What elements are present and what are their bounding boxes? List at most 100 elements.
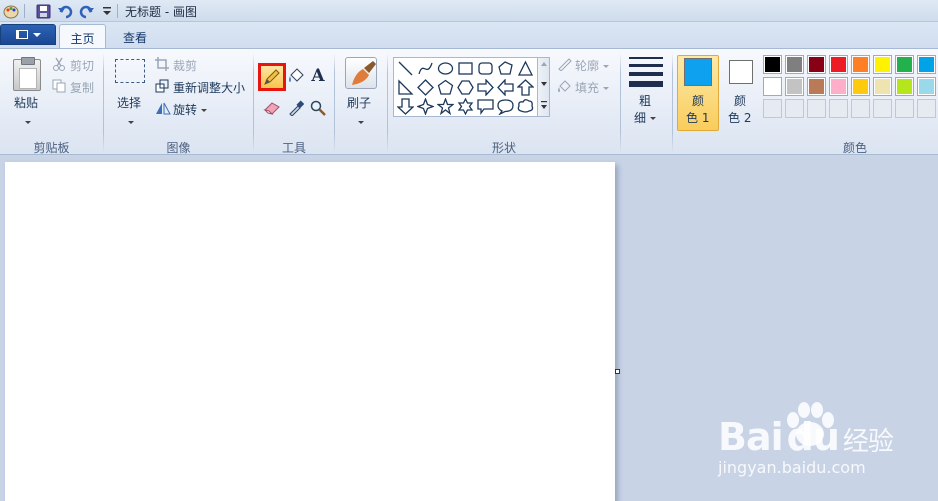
color2-label-1[interactable]: 颜 [734,92,746,109]
resize-button[interactable]: 重新调整大小 [173,79,245,96]
pentagon-shape-icon[interactable] [436,78,455,97]
custom-color-slot[interactable] [895,99,914,118]
custom-color-slot[interactable] [807,99,826,118]
brushes-dropdown-icon[interactable] [358,115,364,129]
customize-icon[interactable] [99,3,115,19]
save-icon[interactable] [35,3,51,19]
size-label-2: 细 [634,111,647,125]
custom-color-slot[interactable] [851,99,870,118]
resize-icon [155,79,169,96]
palette-color-swatch[interactable] [763,55,782,74]
paste-button[interactable]: 粘贴 [14,94,38,111]
select-dropdown-icon[interactable] [128,115,134,129]
line-shape-icon[interactable] [396,59,415,78]
four-point-star-shape-icon[interactable] [416,97,435,116]
outline-button[interactable]: 轮廓 [575,57,609,74]
color2-swatch[interactable] [729,60,753,84]
rect-callout-shape-icon[interactable] [476,97,495,116]
rectangle-shape-icon[interactable] [456,59,475,78]
palette-color-swatch[interactable] [763,77,782,96]
palette-color-swatch[interactable] [873,55,892,74]
left-arrow-shape-icon[interactable] [496,78,515,97]
oval-callout-shape-icon[interactable] [496,97,515,116]
up-arrow-shape-icon[interactable] [516,78,535,97]
copy-icon [52,79,66,96]
undo-icon[interactable] [57,3,73,19]
color2-label-2[interactable]: 色 2 [728,109,751,126]
palette-color-swatch[interactable] [785,55,804,74]
cut-button[interactable]: 剪切 [70,57,94,74]
paint-menu-button[interactable] [0,24,56,45]
color1-label-1: 颜 [692,94,705,108]
right-arrow-shape-icon[interactable] [476,78,495,97]
palette-color-swatch[interactable] [895,77,914,96]
custom-color-slot[interactable] [829,99,848,118]
palette-color-swatch[interactable] [807,55,826,74]
size-label-1[interactable]: 粗 [639,92,651,109]
redo-icon[interactable] [79,3,95,19]
six-point-star-shape-icon[interactable] [456,97,475,116]
palette-color-swatch[interactable] [851,77,870,96]
text-tool-button[interactable]: A [307,65,329,87]
palette-color-swatch[interactable] [829,55,848,74]
shapes-scrollbar[interactable] [538,57,550,117]
fill-tool-button[interactable] [285,65,307,87]
rounded-rectangle-shape-icon[interactable] [476,59,495,78]
palette-color-swatch[interactable] [829,77,848,96]
down-arrow-shape-icon[interactable] [396,97,415,116]
palette-color-swatch[interactable] [895,55,914,74]
palette-color-swatch[interactable] [785,77,804,96]
crop-button[interactable]: 裁剪 [173,57,197,74]
palette-color-fill [853,79,868,94]
triangle-shape-icon[interactable] [516,59,535,78]
custom-color-slot[interactable] [917,99,936,118]
eraser-tool-button[interactable] [261,97,283,119]
tab-home[interactable]: 主页 [59,24,106,48]
color-picker-tool-button[interactable] [285,97,307,119]
canvas-resize-handle[interactable] [615,369,620,374]
select-button[interactable]: 选择 [117,94,141,111]
palette-color-fill [809,57,824,72]
line-size-icon[interactable] [629,57,663,87]
magnifier-tool-button[interactable] [307,97,329,119]
fill-button[interactable]: 填充 [575,79,609,96]
palette-color-swatch[interactable] [873,77,892,96]
polygon-shape-icon[interactable] [496,59,515,78]
shapes-gallery [393,57,538,117]
diamond-shape-icon[interactable] [416,78,435,97]
brush-icon[interactable] [345,57,377,89]
drawing-canvas[interactable] [5,162,615,501]
custom-color-slot[interactable] [873,99,892,118]
paint-bucket-icon [289,68,304,82]
palette-color-fill [809,79,824,94]
size-button[interactable]: 细 [634,109,656,126]
select-icon[interactable] [115,59,145,83]
colors-group-label: 颜色 [842,141,867,155]
cloud-callout-shape-icon[interactable] [516,97,535,116]
custom-color-slot[interactable] [785,99,804,118]
paste-dropdown-icon[interactable] [25,115,31,129]
watermark-logo-cn: 经验 [842,427,894,457]
app-icon[interactable] [3,3,19,19]
palette-color-fill [787,79,802,94]
copy-button[interactable]: 复制 [70,79,94,96]
five-point-star-shape-icon[interactable] [436,97,455,116]
paste-icon[interactable] [13,57,41,91]
watermark-logo-right: du [786,415,840,459]
rotate-icon [155,101,171,118]
palette-color-swatch[interactable] [917,77,936,96]
palette-color-swatch[interactable] [917,55,936,74]
tab-view[interactable]: 查看 [112,24,158,48]
brushes-button[interactable]: 刷子 [347,94,371,111]
curve-shape-icon[interactable] [416,59,435,78]
pencil-tool-button[interactable] [258,63,286,91]
hexagon-shape-icon[interactable] [456,78,475,97]
palette-color-fill [897,79,912,94]
rotate-button[interactable]: 旋转 [173,101,207,118]
palette-color-swatch[interactable] [851,55,870,74]
palette-color-fill [875,79,890,94]
right-triangle-shape-icon[interactable] [396,78,415,97]
custom-color-slot[interactable] [763,99,782,118]
palette-color-swatch[interactable] [807,77,826,96]
oval-shape-icon[interactable] [436,59,455,78]
